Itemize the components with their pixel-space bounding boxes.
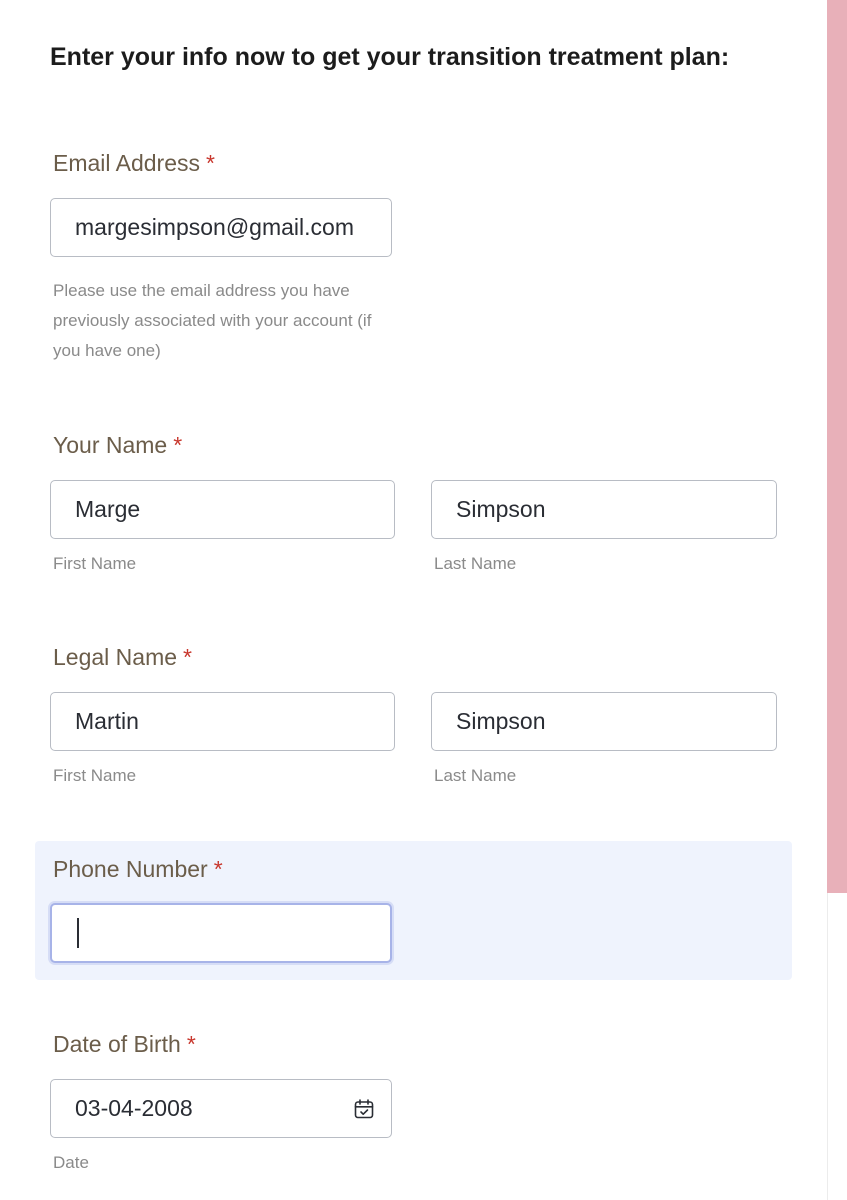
- scrollbar-thumb[interactable]: [827, 0, 847, 893]
- required-marker: *: [186, 1031, 196, 1057]
- legal-last-name-field[interactable]: Simpson: [431, 692, 777, 751]
- dob-label: Date of Birth *: [53, 1031, 196, 1058]
- legal-last-name-sublabel: Last Name: [434, 766, 517, 785]
- phone-field[interactable]: [50, 903, 392, 963]
- calendar-icon[interactable]: [353, 1098, 375, 1120]
- text-caret: [77, 918, 79, 948]
- required-marker: *: [173, 432, 183, 458]
- first-name-field[interactable]: Marge: [50, 480, 395, 539]
- your-name-label-text: Your Name: [53, 432, 168, 458]
- legal-first-name-sublabel: First Name: [53, 766, 137, 785]
- email-help-text: Please use the email address you have pr…: [53, 281, 372, 360]
- dob-field[interactable]: 03-04-2008: [50, 1079, 392, 1138]
- email-label-text: Email Address: [53, 150, 201, 176]
- email-label: Email Address *: [53, 150, 215, 177]
- legal-first-name-field[interactable]: Martin: [50, 692, 395, 751]
- required-marker: *: [183, 644, 192, 670]
- last-name-field[interactable]: Simpson: [431, 480, 777, 539]
- required-marker: *: [213, 856, 223, 882]
- form-page: Enter your info now to get your transiti…: [0, 0, 847, 1200]
- phone-label-text: Phone Number: [53, 856, 208, 882]
- email-field[interactable]: margesimpson@gmail.com: [50, 198, 392, 257]
- dob-sublabel: Date: [53, 1153, 89, 1172]
- first-name-sublabel: First Name: [53, 554, 137, 573]
- last-name-sublabel: Last Name: [434, 554, 517, 573]
- required-marker: *: [206, 150, 215, 176]
- dob-label-text: Date of Birth: [53, 1031, 181, 1057]
- phone-label: Phone Number *: [53, 856, 223, 883]
- legal-name-label: Legal Name *: [53, 644, 192, 671]
- form-heading: Enter your info now to get your transiti…: [50, 43, 730, 71]
- your-name-label: Your Name *: [53, 432, 182, 459]
- legal-name-label-text: Legal Name: [53, 644, 178, 670]
